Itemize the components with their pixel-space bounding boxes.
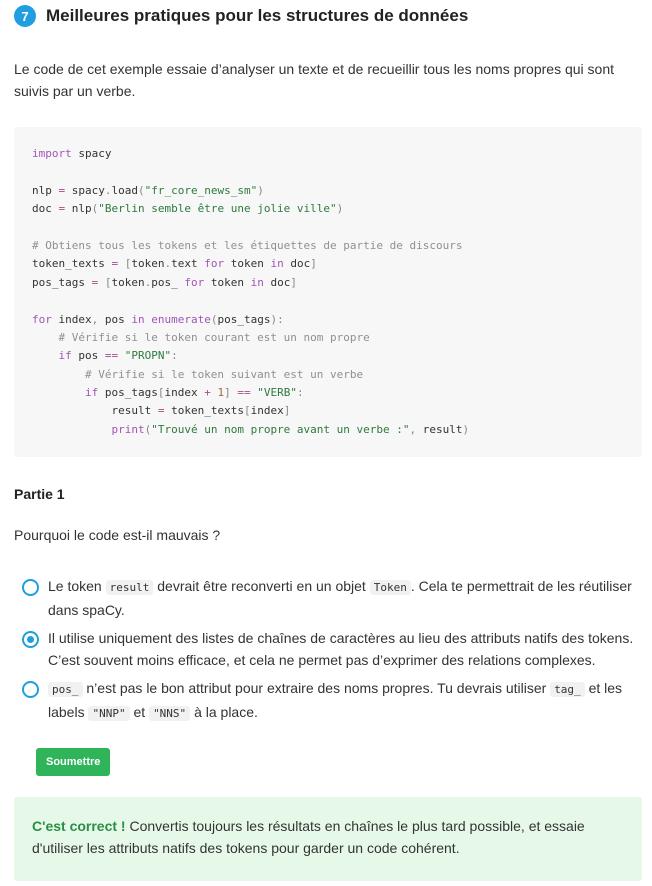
submit-button[interactable]: Soumettre: [36, 748, 111, 776]
exercise-number-badge: 7: [14, 5, 36, 27]
radio-button-selected[interactable]: [22, 631, 39, 648]
exercise-intro: Le code de cet exemple essaie d’analyser…: [14, 61, 615, 99]
code-line: if pos_tags[index + 1] == "VERB":: [84, 386, 304, 400]
code-line: for index, pos in enumerate(pos_tags):: [32, 312, 284, 326]
feedback-box: C'est correct ! Convertis toujours les r…: [14, 797, 642, 881]
code-line: nlp = spacy.load("fr_core_news_sm"): [32, 183, 264, 197]
radio-button[interactable]: [22, 579, 39, 596]
answer-option-2[interactable]: Il utilise uniquement des listes de chaî…: [22, 627, 642, 671]
inline-code: Token: [369, 580, 411, 595]
inline-code: result: [105, 580, 154, 595]
code-line: print("Trouvé un nom propre avant un ver…: [111, 422, 470, 436]
code-comment: # Vérifie si le token suivant est un ver…: [32, 367, 364, 381]
code-block: import spacy nlp = spacy.load("fr_core_n…: [14, 127, 642, 457]
answer-options: Le token result devrait être reconverti …: [22, 575, 642, 731]
code-line: result = token_texts[index]: [32, 404, 291, 418]
inline-code: "NNP": [88, 706, 130, 721]
answer-option-1[interactable]: Le token result devrait être reconverti …: [22, 575, 642, 621]
code-line: token_texts = [token.text for token in d…: [32, 257, 317, 271]
code-line: if pos == "PROPN":: [58, 349, 178, 363]
inline-code: pos_: [48, 682, 83, 697]
part-label: Partie 1: [14, 486, 65, 502]
code-line: import spacy: [32, 147, 112, 160]
inline-code: "NNS": [149, 706, 191, 721]
code-comment: # Vérifie si le token courant est un nom…: [32, 330, 370, 344]
radio-button[interactable]: [22, 681, 39, 698]
exercise-title: Meilleures pratiques pour les structures…: [46, 6, 469, 25]
inline-code: tag_: [550, 682, 585, 697]
feedback-correct-label: C'est correct !: [32, 818, 126, 834]
exercise-header: 7 Meilleures pratiques pour les structur…: [14, 4, 468, 28]
code-line: pos_tags = [token.pos_ for token in doc]: [32, 275, 297, 289]
code-line: doc = nlp("Berlin semble être une jolie …: [32, 202, 344, 216]
answer-option-3[interactable]: pos_ n’est pas le bon attribut pour extr…: [22, 677, 642, 725]
question-text: Pourquoi le code est-il mauvais ?: [14, 527, 221, 543]
code-comment: # Obtiens tous les tokens et les étiquet…: [32, 238, 463, 252]
